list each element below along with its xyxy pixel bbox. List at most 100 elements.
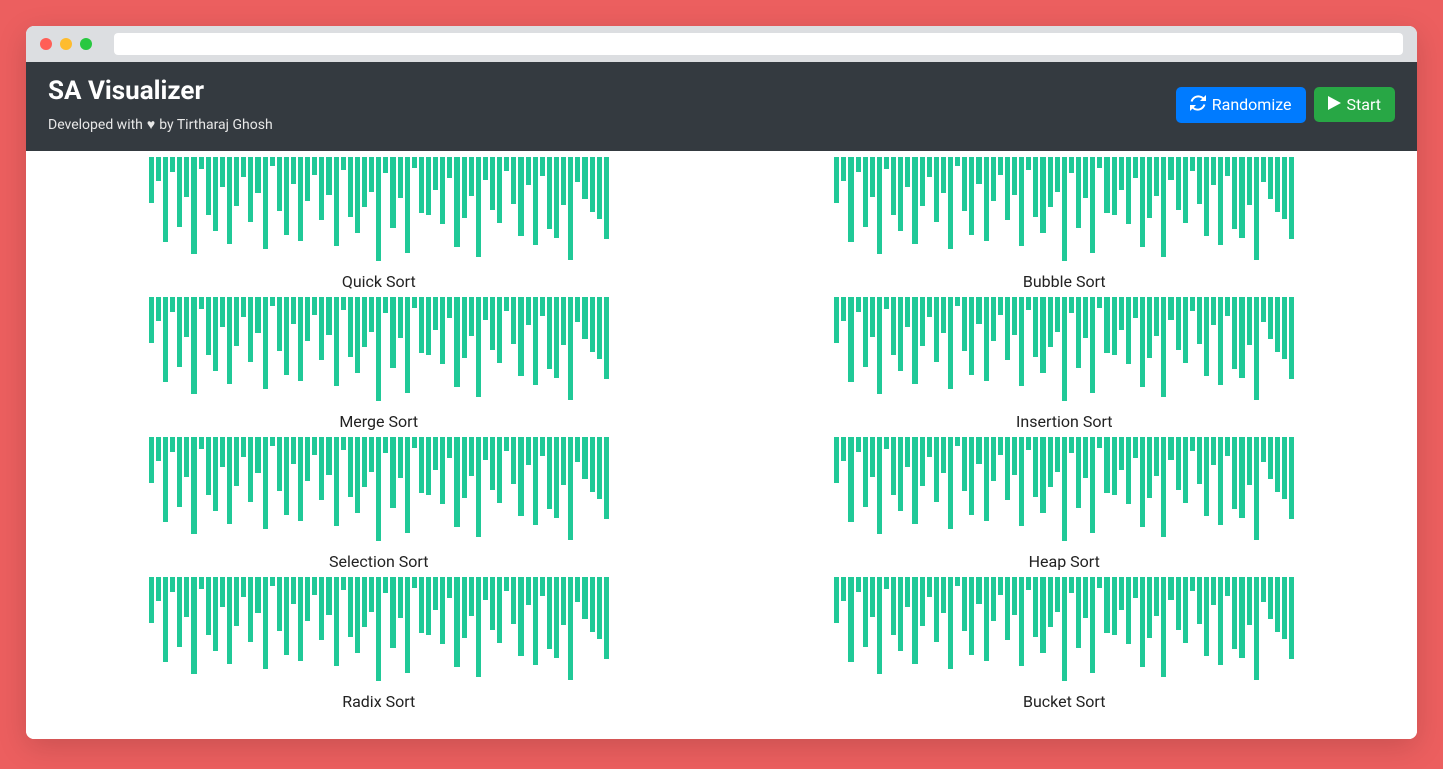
bar [948,437,953,529]
bar [319,157,324,220]
bar [582,297,587,339]
bar [948,577,953,669]
bar [369,157,374,192]
bar [1275,437,1280,492]
bar [1005,437,1010,500]
navbar-buttons: Randomize Start [1176,87,1395,123]
bar [433,297,438,330]
bars-container [149,437,609,542]
bar [1019,437,1024,526]
bar [376,157,381,261]
bar [568,577,573,680]
bar [1112,157,1117,215]
bar [547,297,552,369]
bar [447,297,452,318]
heart-icon: ♥ [147,116,155,133]
bar [1204,157,1209,236]
bar [454,437,459,527]
bar [149,157,154,203]
bar [163,437,168,522]
bar [191,297,196,394]
start-button[interactable]: Start [1314,87,1395,122]
bar [1112,577,1117,635]
bar [419,577,424,633]
window-close-dot[interactable] [40,38,52,50]
bar [898,577,903,651]
bar [1048,157,1053,207]
bar [511,577,516,624]
bar [863,157,868,227]
bar [1183,157,1188,223]
window-minimize-dot[interactable] [60,38,72,50]
bar [905,157,910,187]
bar [419,297,424,353]
bar [369,577,374,612]
bar [469,577,474,616]
bar [383,577,388,593]
bar [476,157,481,257]
bar [1232,437,1237,509]
bar [326,297,331,335]
bar [1282,577,1287,639]
sort-panel: Quick Sort [146,157,612,291]
bar [170,577,175,592]
bar [1176,437,1181,490]
bar [604,157,609,239]
bar [568,297,573,400]
bar [905,297,910,327]
bar [561,297,566,345]
bar [1218,157,1223,245]
bar [334,297,339,386]
bar [227,577,232,664]
bar [1275,157,1280,212]
bar [1026,157,1031,170]
bar [920,297,925,346]
bar [227,437,232,524]
bar [526,157,531,185]
bar [383,297,388,313]
bar [1062,297,1067,401]
bar [1225,437,1230,456]
randomize-button[interactable]: Randomize [1176,87,1306,123]
bar [312,157,317,175]
url-bar[interactable] [114,33,1403,55]
app-title: SA Visualizer [48,76,273,106]
bar [369,437,374,472]
bar [220,157,225,187]
bar [561,577,566,625]
bar [405,437,410,533]
bar [984,437,989,521]
bar [405,577,410,673]
bar [248,297,253,362]
panel-label: Heap Sort [1029,552,1100,571]
bar [533,157,538,245]
bar [604,577,609,659]
bar [1204,297,1209,376]
bar [1247,297,1252,345]
bar [984,577,989,661]
bar [1026,577,1031,590]
bar [991,577,996,621]
bar [1119,577,1124,610]
bar [419,437,424,493]
bar [870,437,875,477]
bar [1168,437,1173,460]
bar [291,297,296,324]
sort-panel: Insertion Sort [832,297,1298,431]
bar [199,297,204,309]
bar [834,437,839,483]
sort-panel: Merge Sort [146,297,612,431]
bar [1168,577,1173,600]
sort-panel: Bubble Sort [832,157,1298,291]
bar [1048,437,1053,487]
bar [149,577,154,623]
bar [848,437,853,522]
window-maximize-dot[interactable] [80,38,92,50]
bar [454,157,459,247]
bar [1069,437,1074,453]
bar [156,157,161,181]
bar [199,157,204,169]
bar [191,157,196,254]
bar [1005,157,1010,220]
bar [934,577,939,642]
